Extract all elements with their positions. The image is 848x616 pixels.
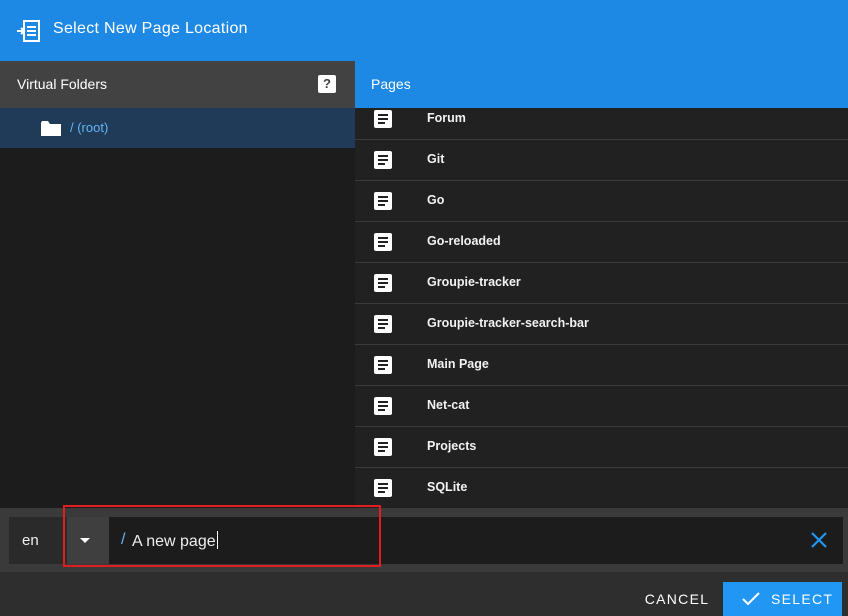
page-icon <box>374 438 392 456</box>
virtual-folders-header: Virtual Folders <box>0 61 355 108</box>
page-list-item[interactable]: Groupie-tracker <box>355 263 848 304</box>
page-icon <box>374 479 392 497</box>
page-icon <box>374 356 392 374</box>
pages-header-label: Pages <box>371 76 411 92</box>
cancel-button[interactable]: CANCEL <box>636 583 718 615</box>
virtual-folders-label: Virtual Folders <box>17 76 108 92</box>
page-icon <box>374 397 392 415</box>
page-list-item-label: Main Page <box>427 357 489 371</box>
folder-tree <box>0 108 355 508</box>
page-list-item[interactable]: Groupie-tracker-search-bar <box>355 304 848 345</box>
page-list-item[interactable]: Forum <box>355 108 848 140</box>
page-list-item-label: SQLite <box>427 480 468 494</box>
highlight-box <box>63 505 381 567</box>
page-list-item[interactable]: SQLite <box>355 468 848 508</box>
page-icon <box>374 110 392 128</box>
page-list-item-label: Forum <box>427 111 466 125</box>
page-list-item[interactable]: Main Page <box>355 345 848 386</box>
page-list-item-label: Groupie-tracker-search-bar <box>427 316 589 330</box>
page-icon <box>374 274 392 292</box>
dialog-title: Select New Page Location <box>53 20 248 37</box>
check-icon <box>742 592 760 606</box>
select-button[interactable]: SELECT <box>723 582 842 616</box>
page-list-item[interactable]: Go <box>355 181 848 222</box>
page-icon <box>374 315 392 333</box>
page-list: Forum Git Go Go-reloaded Groupie-tracker Grou… <box>355 108 848 508</box>
page-icon <box>374 192 392 210</box>
page-list-item[interactable]: Git <box>355 140 848 181</box>
pages-header: Pages <box>355 61 848 108</box>
page-list-item[interactable]: Projects <box>355 427 848 468</box>
clear-icon[interactable] <box>810 531 828 549</box>
folder-item-label: / (root) <box>70 120 109 135</box>
page-icon <box>374 233 392 251</box>
help-icon[interactable]: ? <box>318 75 336 93</box>
page-list-item[interactable]: Net-cat <box>355 386 848 427</box>
page-list-item-label: Go <box>427 193 445 207</box>
page-list-item-label: Groupie-tracker <box>427 275 521 289</box>
page-list-item-label: Projects <box>427 439 477 453</box>
page-icon <box>374 151 392 169</box>
folder-icon <box>41 121 61 136</box>
select-button-label: SELECT <box>771 591 834 607</box>
page-list-item-label: Go-reloaded <box>427 234 501 248</box>
locale-value: en <box>22 532 39 549</box>
page-list-item[interactable]: Go-reloaded <box>355 222 848 263</box>
dialog-footer <box>0 572 848 616</box>
page-list-item-label: Net-cat <box>427 398 470 412</box>
page-list-item-label: Git <box>427 152 445 166</box>
move-page-icon <box>17 20 40 42</box>
